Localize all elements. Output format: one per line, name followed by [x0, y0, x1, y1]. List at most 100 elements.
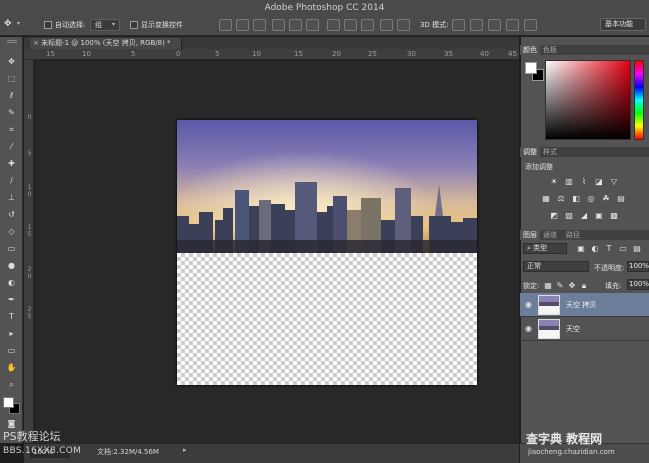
align-top-icon[interactable] [219, 19, 232, 31]
brush-icon[interactable]: / [5, 175, 18, 186]
foreground-color-swatch[interactable] [525, 62, 537, 74]
distribute-left-icon[interactable] [380, 19, 393, 31]
foreground-color-swatch[interactable] [3, 397, 14, 408]
align-right-icon[interactable] [306, 19, 319, 31]
dodge-icon[interactable]: ◐ [5, 277, 18, 288]
distribute-bottom-icon[interactable] [361, 19, 374, 31]
align-hcenter-icon[interactable] [289, 19, 302, 31]
brightness-icon[interactable]: ☀ [549, 177, 559, 186]
align-left-icon[interactable] [272, 19, 285, 31]
show-transform-checkbox[interactable] [130, 21, 138, 29]
auto-select-checkbox[interactable] [44, 21, 52, 29]
posterize-icon[interactable]: ▨ [564, 211, 574, 220]
tab-layers[interactable]: 图层 [520, 230, 540, 240]
distribute-top-icon[interactable] [327, 19, 340, 31]
pen-icon[interactable]: ✒ [5, 294, 18, 305]
distribute-vcenter-icon[interactable] [344, 19, 357, 31]
align-vcenter-icon[interactable] [236, 19, 249, 31]
ruler-tick-label: 0 [27, 273, 32, 280]
stamp-icon[interactable]: ⊥ [5, 192, 18, 203]
eyedropper-icon[interactable]: ⁄ [5, 141, 18, 152]
lock-icon[interactable]: 🔒︎ [579, 281, 589, 290]
color-balance-icon[interactable]: ⚖ [556, 194, 566, 203]
horizontal-ruler[interactable]: 15 10 5 0 5 10 15 20 25 30 35 40 45 [24, 49, 519, 60]
color-picker-field[interactable] [545, 60, 631, 140]
opacity-field[interactable]: 100% [627, 261, 649, 272]
tab-color[interactable]: 颜色 [520, 45, 540, 55]
gradient-map-icon[interactable]: ▩ [609, 211, 619, 220]
3d-drag-icon[interactable] [488, 19, 501, 31]
3d-rotate-icon[interactable] [452, 19, 465, 31]
document-canvas[interactable] [177, 120, 477, 385]
lock-pixels-icon[interactable]: ✎ [555, 281, 565, 290]
selective-color-icon[interactable]: ▣ [594, 211, 604, 220]
quick-select-icon[interactable]: ✎ [5, 107, 18, 118]
auto-select-label: 自动选择: [55, 21, 86, 29]
move-icon[interactable]: ✥ [5, 56, 18, 67]
lock-transparency-icon[interactable]: ▦ [543, 281, 553, 290]
exposure-icon[interactable]: ◪ [594, 177, 604, 186]
3d-roll-icon[interactable] [470, 19, 483, 31]
distribute-hcenter-icon[interactable] [397, 19, 410, 31]
lasso-icon[interactable]: ℓ [5, 90, 18, 101]
tab-adjustments[interactable]: 调整 [520, 147, 540, 157]
history-brush-icon[interactable]: ↺ [5, 209, 18, 220]
tab-paths[interactable]: 路径 [563, 230, 583, 240]
hue-slider[interactable] [634, 60, 644, 140]
pixel-filter-icon[interactable]: ▣ [576, 244, 586, 253]
type-filter-icon[interactable]: T [604, 244, 614, 253]
fill-label: 填充: [605, 282, 622, 290]
hand-icon[interactable]: ✋ [5, 362, 18, 373]
photo-filter-icon[interactable]: ◎ [586, 194, 596, 203]
eye-icon[interactable]: ◉ [525, 300, 532, 309]
workspace-switcher[interactable]: 基本功能 [600, 18, 646, 31]
document-tab[interactable]: × 未标题-1 @ 100% (天空 拷贝, RGB/8) * [30, 38, 182, 49]
close-icon[interactable]: × [33, 39, 41, 47]
auto-select-dropdown[interactable]: 组 ▾ [90, 19, 120, 31]
gradient-icon[interactable]: ▭ [5, 243, 18, 254]
layer-name: 天空 拷贝 [566, 301, 597, 309]
ruler-tick-label: 5 [215, 50, 220, 58]
lock-position-icon[interactable]: ✥ [567, 281, 577, 290]
layer-row[interactable]: ◉ 天空 [520, 317, 649, 341]
tool-preset-picker[interactable]: ✥ ▾ [4, 19, 26, 31]
adjustment-filter-icon[interactable]: ◐ [590, 244, 600, 253]
curves-icon[interactable]: ⌇ [579, 177, 589, 186]
fill-field[interactable]: 100% [627, 279, 649, 290]
quick-mask-icon[interactable]: ◙ [5, 418, 18, 429]
tab-channels[interactable]: 通道 [540, 230, 560, 240]
blend-mode-select[interactable]: 正常 [523, 261, 589, 272]
type-icon[interactable]: T [5, 311, 18, 322]
bw-icon[interactable]: ◧ [571, 194, 581, 203]
ruler-tick-label: 5 [27, 150, 32, 157]
eye-icon[interactable]: ◉ [525, 324, 532, 333]
healing-icon[interactable]: ✚ [5, 158, 18, 169]
blur-icon[interactable]: ● [5, 260, 18, 271]
3d-scale-icon[interactable] [524, 19, 537, 31]
document-size-info[interactable]: 文档:2.32M/4.56M [97, 447, 159, 457]
zoom-icon[interactable]: ⌕ [5, 379, 18, 390]
vertical-ruler[interactable]: 0 5 1 0 1 5 2 0 2 5 [24, 60, 34, 443]
shape-icon[interactable]: ▭ [5, 345, 18, 356]
vibrance-icon[interactable]: ▽ [609, 177, 619, 186]
layer-filter-select[interactable]: ⌕ 类型 [523, 243, 567, 254]
marquee-icon[interactable]: ⬚ [5, 73, 18, 84]
align-bottom-icon[interactable] [253, 19, 266, 31]
crop-icon[interactable]: ⌗ [5, 124, 18, 135]
tab-styles[interactable]: 样式 [540, 147, 560, 157]
3d-slide-icon[interactable] [506, 19, 519, 31]
color-lookup-icon[interactable]: ▤ [616, 194, 626, 203]
levels-icon[interactable]: ▥ [564, 177, 574, 186]
threshold-icon[interactable]: ◢ [579, 211, 589, 220]
path-select-icon[interactable]: ▸ [5, 328, 18, 339]
layer-row[interactable]: ◉ 天空 拷贝 [520, 293, 649, 317]
invert-icon[interactable]: ◩ [549, 211, 559, 220]
eraser-icon[interactable]: ◇ [5, 226, 18, 237]
channel-mixer-icon[interactable]: ☘ [601, 194, 611, 203]
tab-swatches[interactable]: 色板 [540, 45, 560, 55]
hue-icon[interactable]: ▦ [541, 194, 551, 203]
toolbox-grip[interactable] [7, 40, 17, 43]
chevron-right-icon[interactable]: ▸ [183, 446, 187, 454]
smart-object-filter-icon[interactable]: ▤ [632, 244, 642, 253]
shape-filter-icon[interactable]: ▭ [618, 244, 628, 253]
